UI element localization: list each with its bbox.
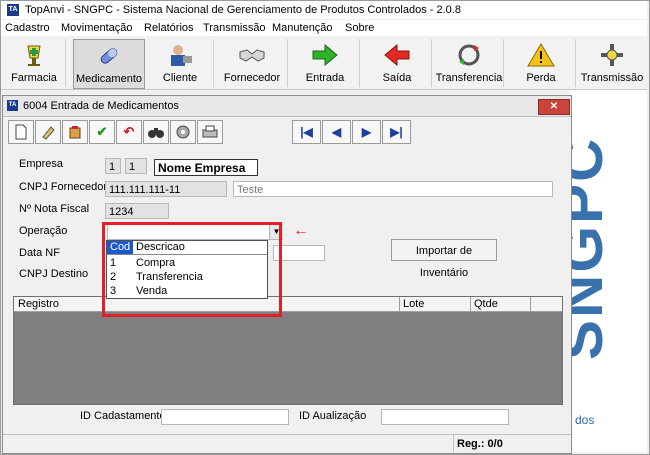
saida-button[interactable]: Saída [363,39,432,87]
window-app-icon: TA [7,100,18,111]
window-title: 6004 Entrada de Medicamentos [23,100,179,112]
empresa-label: Empresa [19,158,64,170]
menu-cadastro[interactable]: Cadastro [5,22,50,34]
column-separator [399,297,400,311]
window-toolbar: ✔ ↶ |◀ ◀ ▶ ▶| [6,119,566,145]
grid-header: Registro Lote Qtde [14,297,562,312]
menu-sobre[interactable]: Sobre [345,22,374,34]
tape-icon[interactable] [170,120,196,144]
app-title: TopAnvi - SNGPC - Sistema Nacional de Ge… [25,4,461,16]
print-icon[interactable] [197,120,223,144]
transmission-icon [601,44,623,66]
cnpj-fornecedor-field[interactable]: 111.111.111-11 [105,181,227,197]
entrada-button[interactable]: Entrada [291,39,360,87]
main-toolbar: Farmacia Medicamento Cliente Fornecedor … [1,37,647,90]
background-text: dos [575,413,595,427]
record-counter: Reg.: 0/0 [457,438,503,450]
delete-icon[interactable] [62,120,88,144]
entrada-label: Entrada [305,72,345,84]
transfer-cycle-icon [458,44,480,66]
menu-relatorios[interactable]: Relatórios [144,22,194,34]
first-record-button[interactable]: |◀ [292,120,321,144]
nota-fiscal-label: Nº Nota Fiscal [19,203,90,215]
client-icon [171,45,192,66]
last-record-button[interactable]: ▶| [382,120,411,144]
app-titlebar: TA TopAnvi - SNGPC - Sistema Nacional de… [1,1,647,19]
items-grid[interactable]: Registro Lote Qtde [13,296,563,405]
cliente-button[interactable]: Cliente [147,39,214,87]
menu-manutencao[interactable]: Manutenção [272,22,333,34]
data-nf-label: Data NF [19,247,60,259]
medicamento-label: Medicamento [75,73,143,85]
status-bar-left [3,435,454,452]
id-atualizacao-field[interactable] [381,409,509,425]
transferencia-button[interactable]: Transferencia [435,39,504,87]
fornecedor-label: Fornecedor [223,72,281,84]
nota-fiscal-field[interactable]: 1234 [105,203,169,219]
farmacia-label: Farmacia [11,72,57,84]
pill-icon [100,48,118,64]
column-qtde: Qtde [474,298,498,310]
entrada-medicamentos-window: TA 6004 Entrada de Medicamentos ✕ ✔ ↶ |◀… [2,95,572,454]
menubar: Cadastro Movimentação Relatórios Transmi… [1,20,647,36]
new-document-icon[interactable] [8,120,34,144]
importar-inventario-button[interactable]: Importar de Inventário [391,239,497,279]
handshake-icon [239,49,265,62]
empresa-code-1[interactable]: 1 [105,158,121,174]
fornecedor-name-field[interactable]: Teste [233,181,553,197]
id-cadastamento-label: ID Cadastamento [80,410,166,422]
annotation-highlight-box [102,222,282,317]
confirm-check-icon[interactable]: ✔ [89,120,115,144]
previous-record-button[interactable]: ◀ [322,120,351,144]
transferencia-label: Transferencia [435,72,503,84]
perda-button[interactable]: Perda [507,39,576,87]
perda-label: Perda [526,72,556,84]
pharmacy-icon [27,45,41,66]
app-logo-icon: TA [7,4,19,16]
undo-icon[interactable]: ↶ [116,120,142,144]
cliente-label: Cliente [162,72,198,84]
window-titlebar: TA 6004 Entrada de Medicamentos ✕ [3,96,571,117]
cnpj-destino-label: CNPJ Destino [19,268,89,280]
arrow-left-red-icon [384,43,410,67]
medicamento-button[interactable]: Medicamento [73,39,145,89]
status-bar: Reg.: 0/0 [3,434,571,453]
empresa-code-2[interactable]: 1 [125,158,147,174]
arrow-right-green-icon [312,43,338,67]
fornecedor-button[interactable]: Fornecedor [217,39,288,87]
transmissao-button[interactable]: Transmissão [579,39,645,87]
column-separator [530,297,531,311]
next-record-button[interactable]: ▶ [352,120,381,144]
column-separator [470,297,471,311]
id-atualizacao-label: ID Aualização [299,410,367,422]
close-button[interactable]: ✕ [538,99,570,115]
transmissao-label: Transmissão [580,72,644,84]
menu-transmissao[interactable]: Transmissão [203,22,266,34]
edit-icon[interactable] [35,120,61,144]
menu-movimentacao[interactable]: Movimentação [61,22,133,34]
farmacia-button[interactable]: Farmacia [3,39,66,87]
search-binoculars-icon[interactable] [143,120,169,144]
cnpj-fornecedor-label: CNPJ Fornecedor [19,181,108,193]
operacao-label: Operação [19,225,68,237]
id-cadastamento-field[interactable] [161,409,289,425]
column-registro: Registro [18,298,59,310]
column-lote: Lote [403,298,425,310]
warning-icon [527,43,555,67]
annotation-arrow-icon: ← [293,222,309,239]
empresa-name: Nome Empresa [154,159,258,176]
saida-label: Saída [382,72,412,84]
